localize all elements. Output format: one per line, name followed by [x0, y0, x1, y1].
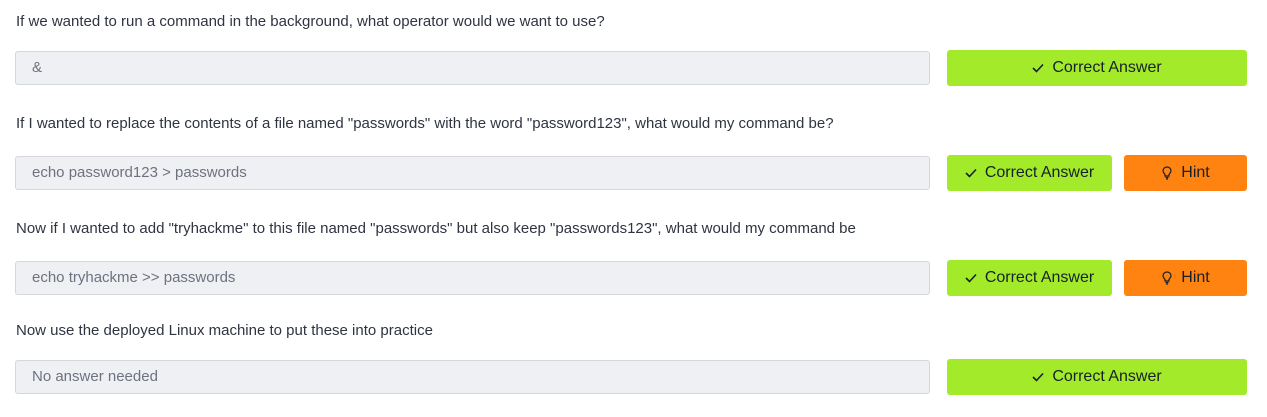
hint-button-3[interactable]: Hint [1124, 260, 1247, 296]
lightbulb-icon [1161, 271, 1173, 285]
answer-field-2[interactable]: echo password123 > passwords [15, 156, 930, 190]
lightbulb-icon [1161, 166, 1173, 180]
correct-answer-button-4[interactable]: Correct Answer [947, 359, 1247, 395]
correct-answer-button-3[interactable]: Correct Answer [947, 260, 1112, 296]
answer-field-4[interactable]: No answer needed [15, 360, 930, 394]
answer-field-3[interactable]: echo tryhackme >> passwords [15, 261, 930, 295]
question-text-1: If we wanted to run a command in the bac… [16, 13, 605, 30]
hint-button-2[interactable]: Hint [1124, 155, 1247, 191]
correct-answer-button-2[interactable]: Correct Answer [947, 155, 1112, 191]
hint-label-3: Hint [1181, 269, 1210, 286]
check-icon [1032, 370, 1044, 384]
correct-answer-label-3: Correct Answer [984, 269, 1095, 286]
correct-answer-button-1[interactable]: Correct Answer [947, 50, 1247, 86]
question-text-2: If I wanted to replace the contents of a… [16, 115, 834, 132]
correct-answer-label-4: Correct Answer [1052, 368, 1162, 385]
hint-label-2: Hint [1181, 164, 1210, 181]
check-icon [965, 166, 977, 180]
question-text-4: Now use the deployed Linux machine to pu… [16, 322, 433, 339]
correct-answer-label-2: Correct Answer [984, 164, 1095, 181]
check-icon [1032, 61, 1044, 75]
check-icon [965, 271, 977, 285]
correct-answer-label-1: Correct Answer [1052, 59, 1162, 76]
answer-field-1[interactable]: & [15, 51, 930, 85]
question-text-3: Now if I wanted to add "tryhackme" to th… [16, 220, 856, 237]
